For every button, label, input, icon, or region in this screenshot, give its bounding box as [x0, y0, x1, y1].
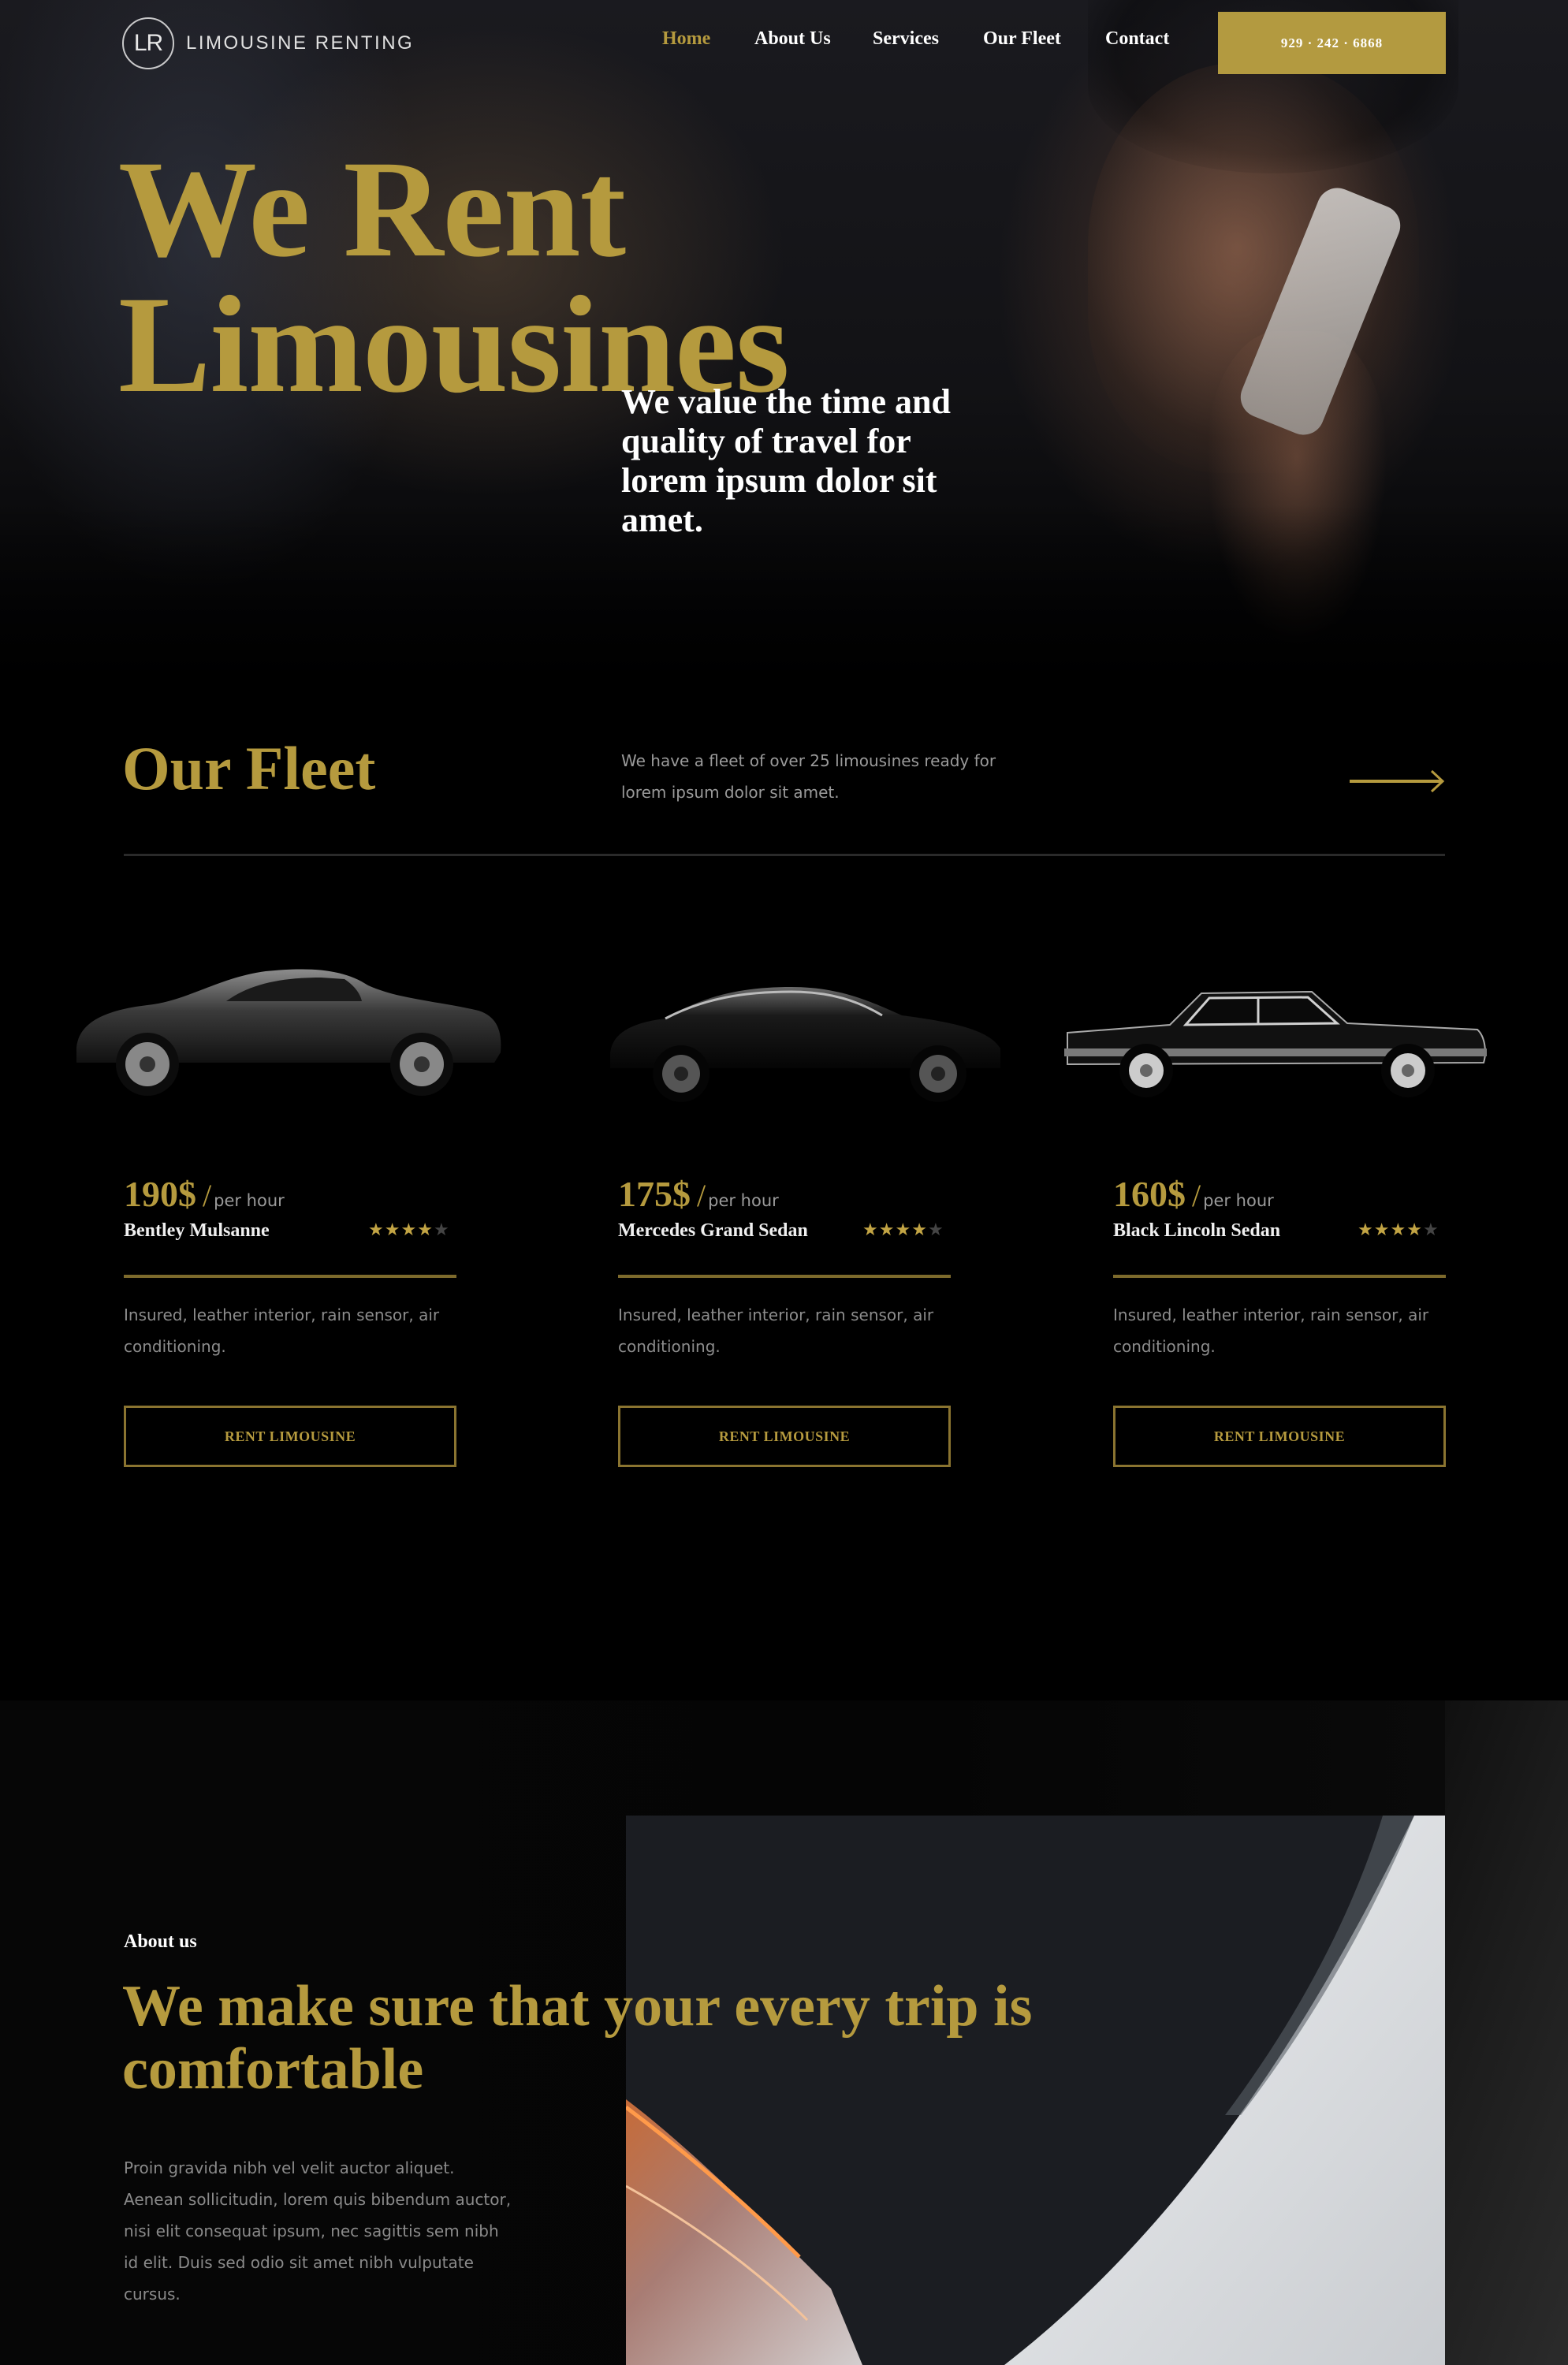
price-unit: / per hour — [1192, 1178, 1274, 1213]
star-filled-icon: ★ — [878, 1220, 895, 1239]
hero-subtitle: We value the time and quality of travel … — [621, 382, 951, 539]
car-description: Insured, leather interior, rain sensor, … — [124, 1305, 440, 1356]
card-divider — [618, 1275, 951, 1278]
car-image-bentley — [69, 922, 510, 1115]
star-filled-icon: ★ — [862, 1220, 878, 1239]
star-filled-icon: ★ — [1390, 1220, 1406, 1239]
star-filled-icon: ★ — [911, 1220, 927, 1239]
car-name: Black Lincoln Sedan — [1113, 1220, 1281, 1241]
phone-button[interactable]: 929 · 242 · 6868 — [1218, 12, 1446, 74]
about-label: About us — [124, 1931, 197, 1952]
about-edge-photo — [1445, 1700, 1568, 2365]
fleet-divider — [124, 854, 1445, 856]
rating-stars: ★ ★ ★ ★ ★ — [862, 1220, 944, 1240]
rent-limousine-button[interactable]: RENT LIMOUSINE — [618, 1406, 951, 1467]
star-empty-icon: ★ — [1422, 1220, 1439, 1239]
arrow-right-icon[interactable] — [1348, 769, 1447, 798]
fleet-title: Our Fleet — [122, 734, 376, 803]
logo[interactable]: LR LIMOUSINE RENTING — [122, 17, 414, 69]
car-name: Mercedes Grand Sedan — [618, 1220, 808, 1241]
star-filled-icon: ★ — [400, 1220, 417, 1239]
star-filled-icon: ★ — [368, 1220, 384, 1239]
price-unit: / per hour — [203, 1178, 285, 1213]
car-description: Insured, leather interior, rain sensor, … — [1113, 1305, 1429, 1356]
nav-services[interactable]: Services — [873, 28, 939, 50]
hero-title: We Rent Limousines — [118, 140, 790, 415]
price-row: 160$ / per hour — [1113, 1173, 1274, 1215]
rent-limousine-button[interactable]: RENT LIMOUSINE — [124, 1406, 456, 1467]
nav-our-fleet[interactable]: Our Fleet — [983, 28, 1061, 50]
price-row: 190$ / per hour — [124, 1173, 285, 1215]
star-empty-icon: ★ — [433, 1220, 449, 1239]
about-title: We make sure that your every trip is com… — [122, 1974, 1033, 2102]
price: 190$ — [124, 1174, 196, 1214]
star-filled-icon: ★ — [417, 1220, 433, 1239]
price-row: 175$ / per hour — [618, 1173, 779, 1215]
star-filled-icon: ★ — [1406, 1220, 1422, 1239]
star-filled-icon: ★ — [384, 1220, 400, 1239]
hero-title-line1: We Rent — [118, 132, 626, 286]
star-filled-icon: ★ — [1373, 1220, 1390, 1239]
price-unit: / per hour — [697, 1178, 779, 1213]
price: 175$ — [618, 1174, 691, 1214]
star-filled-icon: ★ — [1358, 1220, 1373, 1239]
card-divider — [124, 1275, 456, 1278]
nav-contact[interactable]: Contact — [1105, 28, 1169, 50]
car-description: Insured, leather interior, rain sensor, … — [618, 1305, 934, 1356]
rating-stars: ★ ★ ★ ★ ★ — [368, 1220, 449, 1240]
star-empty-icon: ★ — [927, 1220, 944, 1239]
car-image-mercedes — [587, 922, 1028, 1115]
logo-monogram-icon: LR — [122, 17, 174, 69]
card-divider — [1113, 1275, 1446, 1278]
fleet-description: We have a fleet of over 25 limousines re… — [621, 751, 996, 802]
rating-stars: ★ ★ ★ ★ ★ — [1358, 1220, 1439, 1240]
car-image-lincoln — [1052, 922, 1509, 1115]
car-name: Bentley Mulsanne — [124, 1220, 270, 1241]
nav-home[interactable]: Home — [662, 28, 710, 50]
logo-text: LIMOUSINE RENTING — [186, 32, 415, 54]
rent-limousine-button[interactable]: RENT LIMOUSINE — [1113, 1406, 1446, 1467]
about-text: Proin gravida nibh vel velit auctor aliq… — [124, 2158, 512, 2304]
star-filled-icon: ★ — [895, 1220, 911, 1239]
price: 160$ — [1113, 1174, 1186, 1214]
nav-about-us[interactable]: About Us — [754, 28, 831, 50]
